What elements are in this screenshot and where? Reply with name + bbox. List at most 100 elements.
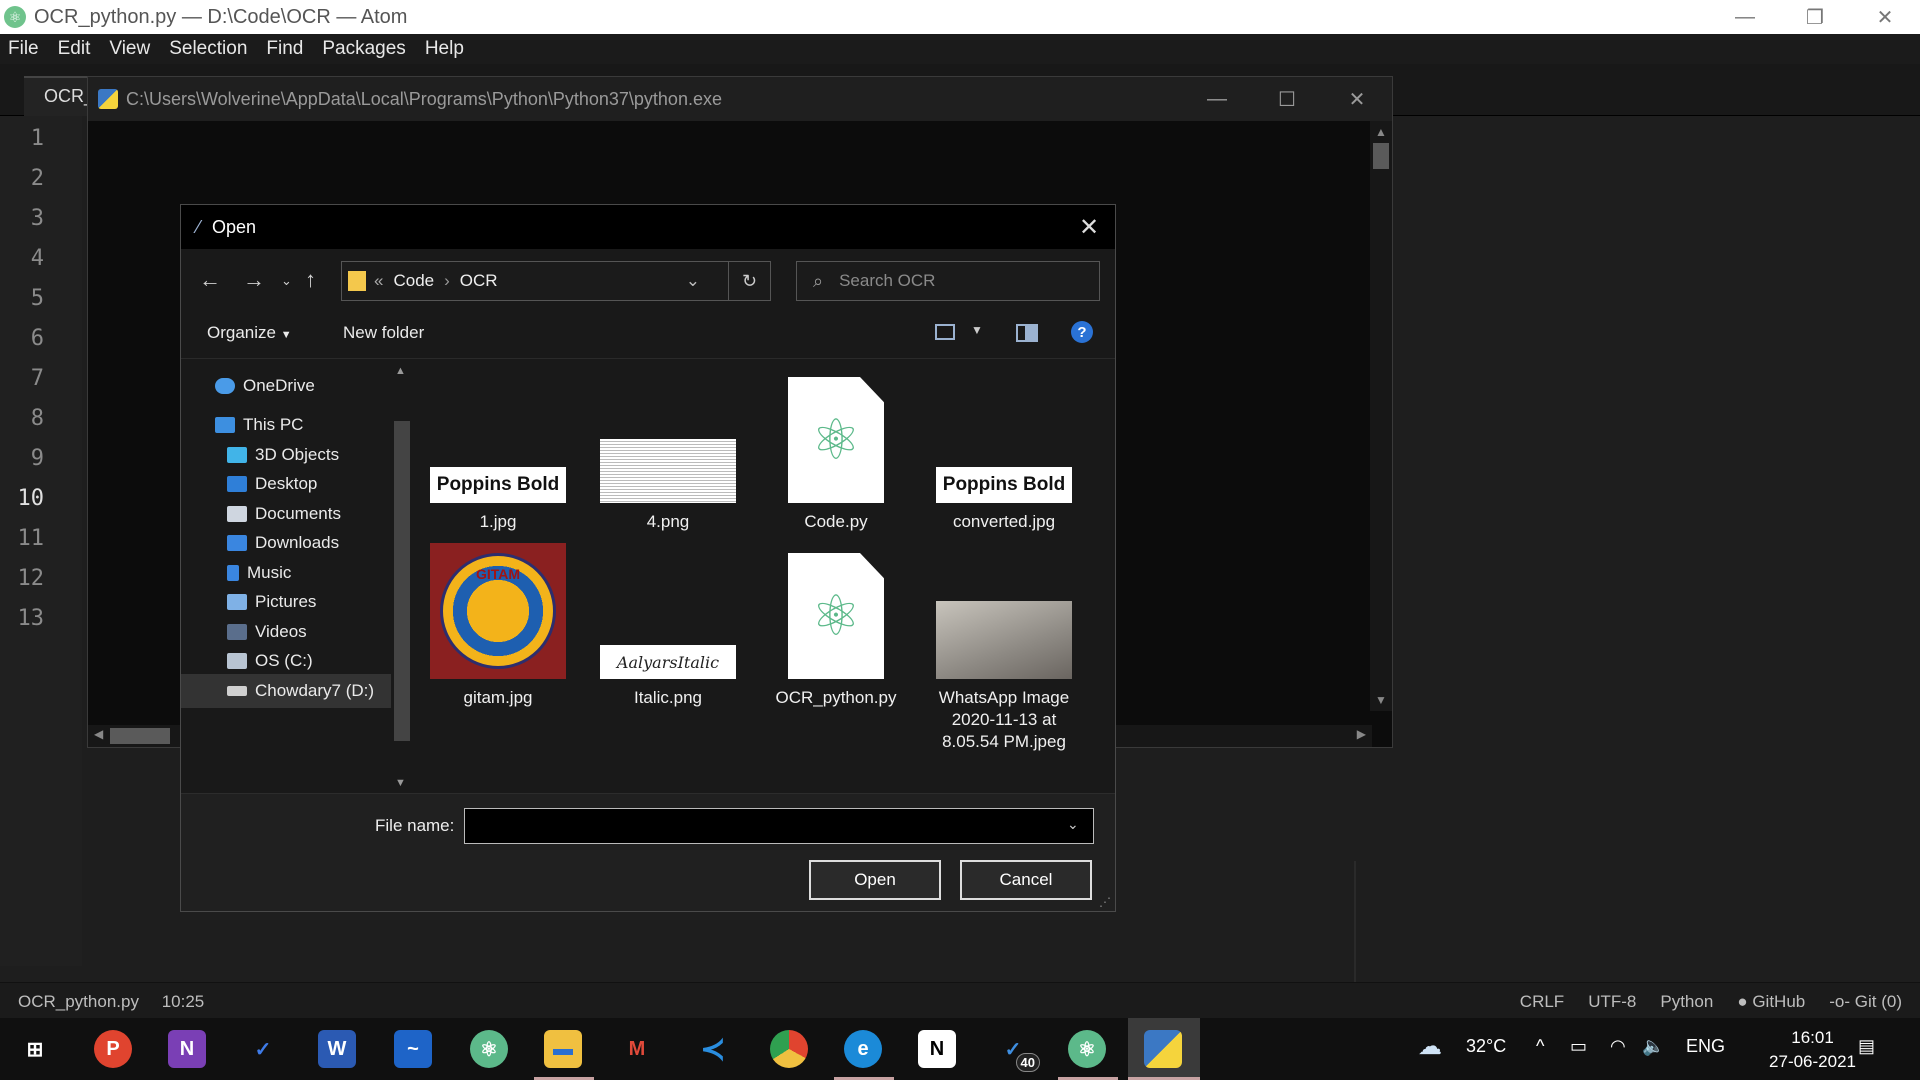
- nav-item-os-c[interactable]: OS (C:): [181, 644, 391, 678]
- breadcrumb-code[interactable]: Code: [393, 271, 434, 291]
- weather-temperature[interactable]: 32°C: [1466, 1036, 1506, 1057]
- app-p-icon[interactable]: P: [94, 1030, 132, 1068]
- scroll-thumb[interactable]: [110, 728, 170, 744]
- menu-file[interactable]: File: [8, 38, 39, 60]
- scroll-thumb[interactable]: [394, 421, 410, 741]
- atom-icon[interactable]: ⚛: [1068, 1030, 1106, 1068]
- console-minimize-button[interactable]: —: [1182, 77, 1252, 121]
- file-item-gitam-jpg[interactable]: GITAM gitam.jpg: [423, 537, 573, 709]
- file-item-ocr-python-py[interactable]: ⚛ OCR_python.py: [761, 537, 911, 709]
- file-item-italic-png[interactable]: AalyarsItalic Italic.png: [593, 537, 743, 709]
- nav-item-chowdary7-d[interactable]: Chowdary7 (D:): [181, 674, 391, 708]
- scroll-down-icon[interactable]: ▼: [1375, 693, 1387, 707]
- status-cursor-position[interactable]: 10:25: [162, 992, 205, 1011]
- clock[interactable]: 16:01 27-06-2021: [1769, 1026, 1856, 1074]
- file-item-1-jpg[interactable]: Poppins Bold 1.jpg: [423, 361, 573, 533]
- view-options-icon[interactable]: [935, 324, 955, 340]
- onenote-icon[interactable]: N: [168, 1030, 206, 1068]
- up-arrow-icon[interactable]: ↑: [305, 267, 316, 293]
- menu-selection[interactable]: Selection: [169, 38, 247, 60]
- gmail-icon[interactable]: M: [618, 1030, 656, 1068]
- search-input[interactable]: ⌕ Search OCR: [796, 261, 1100, 301]
- console-maximize-button[interactable]: ☐: [1252, 77, 1322, 121]
- battery-icon[interactable]: ▭: [1570, 1036, 1587, 1057]
- address-dropdown-icon[interactable]: ⌄: [686, 271, 700, 291]
- edge-icon[interactable]: e: [844, 1030, 882, 1068]
- atom-icon[interactable]: ⚛: [470, 1030, 508, 1068]
- nav-item-this-pc[interactable]: This PC: [181, 408, 391, 442]
- recent-locations-chevron-icon[interactable]: ⌄: [281, 273, 292, 289]
- nav-item-desktop[interactable]: Desktop: [181, 467, 391, 501]
- wifi-icon[interactable]: ◠: [1610, 1036, 1626, 1057]
- minimize-button[interactable]: —: [1710, 0, 1780, 34]
- nav-item-onedrive[interactable]: OneDrive: [181, 369, 391, 403]
- scroll-down-icon[interactable]: ▼: [395, 777, 406, 789]
- status-encoding[interactable]: UTF-8: [1588, 992, 1636, 1012]
- vscode-icon[interactable]: ≺: [694, 1030, 732, 1068]
- back-arrow-icon[interactable]: ←: [199, 267, 221, 293]
- scroll-up-icon[interactable]: ▲: [395, 365, 406, 377]
- open-button[interactable]: Open: [809, 860, 941, 900]
- volume-icon[interactable]: 🔈: [1642, 1036, 1664, 1057]
- todo-icon[interactable]: ✓ 40: [994, 1030, 1040, 1072]
- breadcrumb-ocr[interactable]: OCR: [460, 271, 498, 291]
- tasks-check-icon[interactable]: ✓: [244, 1030, 282, 1068]
- whiteboard-icon[interactable]: ~: [394, 1030, 432, 1068]
- status-line-ending[interactable]: CRLF: [1520, 992, 1564, 1012]
- dialog-title: Open: [212, 216, 257, 237]
- status-file-name[interactable]: OCR_python.py: [18, 992, 139, 1011]
- menu-packages[interactable]: Packages: [322, 38, 405, 60]
- nav-item-pictures[interactable]: Pictures: [181, 585, 391, 619]
- notion-icon[interactable]: N: [918, 1030, 956, 1068]
- file-item-4-png[interactable]: 4.png: [593, 361, 743, 533]
- address-bar[interactable]: « Code › OCR ⌄ ↻: [341, 261, 771, 301]
- file-name: Italic.png: [633, 688, 703, 707]
- preview-pane-icon[interactable]: [1016, 324, 1038, 342]
- menu-find[interactable]: Find: [266, 38, 303, 60]
- language-indicator[interactable]: ENG: [1686, 1036, 1725, 1057]
- status-github[interactable]: ● GitHub: [1737, 992, 1805, 1012]
- menu-help[interactable]: Help: [425, 38, 464, 60]
- status-grammar[interactable]: Python: [1660, 992, 1713, 1012]
- breadcrumb-overflow[interactable]: «: [374, 271, 383, 291]
- restore-button[interactable]: ❐: [1780, 0, 1850, 34]
- console-vertical-scrollbar[interactable]: ▲ ▼: [1370, 121, 1392, 711]
- file-name-input[interactable]: [464, 808, 1094, 844]
- chevron-up-icon[interactable]: ^: [1536, 1036, 1544, 1057]
- word-icon[interactable]: W: [318, 1030, 356, 1068]
- file-item-whatsapp-image[interactable]: WhatsApp Image 2020-11-13 at 8.05.54 PM.…: [929, 537, 1079, 753]
- dialog-close-button[interactable]: ✕: [1071, 209, 1107, 245]
- scroll-up-icon[interactable]: ▲: [1375, 125, 1387, 139]
- scroll-thumb[interactable]: [1373, 143, 1389, 169]
- scroll-right-icon[interactable]: ▶: [1357, 727, 1366, 741]
- file-item-code-py[interactable]: ⚛ Code.py: [761, 361, 911, 533]
- refresh-icon[interactable]: ↻: [728, 262, 770, 300]
- new-folder-button[interactable]: New folder: [343, 323, 424, 343]
- help-icon[interactable]: ?: [1071, 321, 1093, 343]
- chrome-icon[interactable]: [770, 1030, 808, 1068]
- menu-view[interactable]: View: [109, 38, 150, 60]
- console-close-button[interactable]: ✕: [1322, 77, 1392, 121]
- status-git[interactable]: -o- Git (0): [1829, 992, 1902, 1012]
- resize-grip-icon[interactable]: ⋰: [1099, 895, 1111, 909]
- python-taskbar-item[interactable]: [1128, 1018, 1200, 1080]
- cancel-button[interactable]: Cancel: [960, 860, 1092, 900]
- notifications-icon[interactable]: ▤: [1858, 1036, 1875, 1057]
- menu-edit[interactable]: Edit: [58, 38, 91, 60]
- weather-cloud-icon[interactable]: ☁: [1418, 1032, 1442, 1061]
- close-button[interactable]: ✕: [1850, 0, 1920, 34]
- navigation-pane-scrollbar[interactable]: ▲ ▼: [391, 361, 413, 793]
- forward-arrow-icon[interactable]: →: [243, 267, 265, 293]
- file-item-converted-jpg[interactable]: Poppins Bold converted.jpg: [929, 361, 1079, 533]
- file-name-dropdown-icon[interactable]: ⌄: [1067, 816, 1079, 833]
- file-name-label: File name:: [375, 816, 455, 835]
- scroll-left-icon[interactable]: ◀: [94, 727, 103, 741]
- nav-label: This PC: [243, 415, 304, 434]
- view-dropdown-icon[interactable]: ▼: [971, 323, 983, 337]
- nav-item-downloads[interactable]: Downloads: [181, 526, 391, 560]
- organize-button[interactable]: Organize ▼: [207, 323, 292, 343]
- tab-ocr-python[interactable]: OCR_: [24, 76, 94, 116]
- windows-start-icon[interactable]: ⊞: [16, 1030, 54, 1068]
- file-explorer-icon[interactable]: ▬: [544, 1030, 582, 1068]
- nav-label: Music: [247, 563, 292, 582]
